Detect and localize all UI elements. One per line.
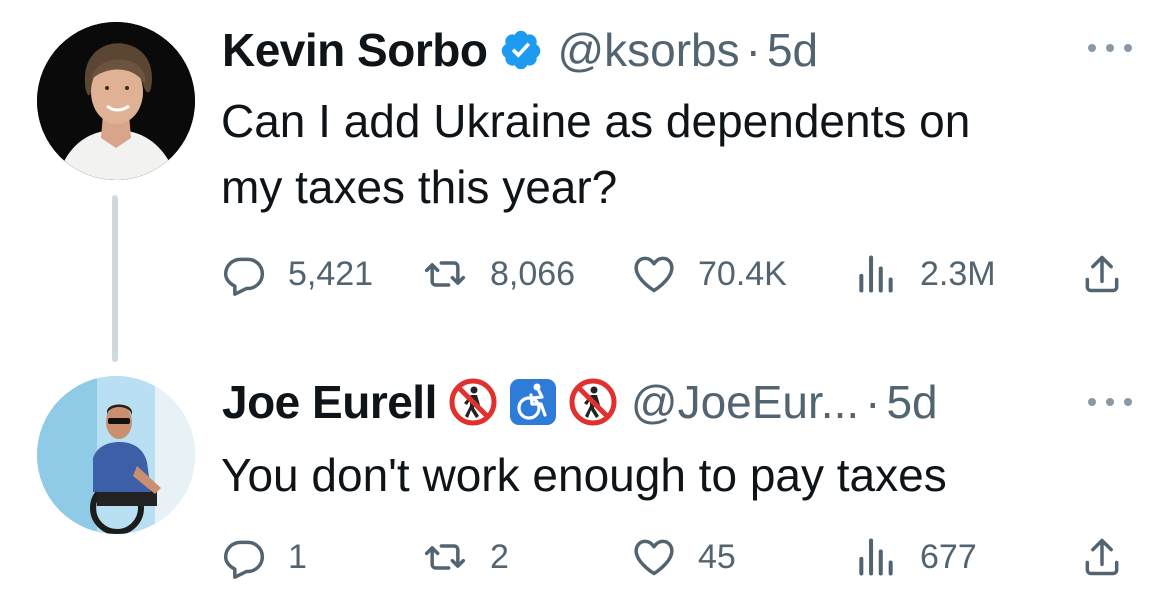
verified-badge-icon [499,28,543,72]
like-button[interactable]: 45 [632,532,736,582]
tweet-kevin-sorbo[interactable]: Kevin Sorbo @ksorbs · 5d Can I add Ukrai… [0,0,1170,362]
share-button[interactable] [1080,532,1124,582]
like-count: 70.4K [698,254,787,293]
share-button[interactable] [1080,249,1124,299]
tweet-text-line: my taxes this year? [221,161,618,213]
like-count: 45 [698,537,736,576]
tweet-header: Joe Eurell @JoeEur... · 5d [222,372,938,432]
reply-button[interactable]: 5,421 [222,249,373,299]
heart-icon [634,539,674,576]
retweet-button[interactable]: 2 [422,532,509,582]
avatar[interactable] [37,22,195,180]
tweet-text: You don't work enough to pay taxes [221,442,1121,508]
heart-icon [634,256,674,293]
separator-dot: · [865,376,881,428]
display-name[interactable]: Kevin Sorbo [222,23,488,77]
tweet-text-line: Can I add Ukraine as dependents on [221,95,971,147]
retweet-icon [424,544,466,570]
retweet-count: 2 [490,537,509,576]
more-options-icon[interactable] [1088,392,1132,412]
timestamp[interactable]: 5d [886,375,937,429]
handle[interactable]: @ksorbs [557,23,739,77]
reply-icon [223,540,265,579]
share-icon [1085,255,1119,293]
reply-count: 1 [288,537,307,576]
avatar-image-icon [37,22,195,180]
timestamp[interactable]: 5d [767,23,818,77]
views-count: 677 [920,537,977,576]
display-name[interactable]: Joe Eurell [222,375,437,429]
like-button[interactable]: 70.4K [632,249,787,299]
reply-icon [223,257,265,296]
tweet-header: Kevin Sorbo @ksorbs · 5d [222,20,818,80]
views-button[interactable]: 677 [854,532,977,582]
handle[interactable]: @JoeEur... [631,375,859,429]
tweet-text-line: You don't work enough to pay taxes [221,449,947,501]
views-count: 2.3M [920,254,996,293]
separator-dot: · [745,24,761,76]
retweet-button[interactable]: 8,066 [422,249,575,299]
avatar[interactable] [37,376,195,534]
tweet-text: Can I add Ukraine as dependents on my ta… [221,88,1121,220]
wheelchair-icon [509,378,557,426]
reply-count: 5,421 [288,254,374,293]
share-icon [1085,538,1119,576]
thread-connector-line [112,195,118,362]
no-pedestrians-icon [569,378,617,426]
avatar-image-icon [37,376,195,534]
more-options-icon[interactable] [1088,38,1132,58]
views-chart-icon [859,538,893,576]
retweet-count: 8,066 [490,254,576,293]
tweet-joe-eurell[interactable]: Joe Eurell @JoeEur... · 5d You don't wor… [0,360,1170,616]
action-bar: 1 2 45 677 [222,532,1132,582]
views-button[interactable]: 2.3M [854,249,996,299]
action-bar: 5,421 8,066 70.4K 2.3M [222,249,1132,299]
retweet-icon [424,261,466,287]
reply-button[interactable]: 1 [222,532,307,582]
views-chart-icon [859,255,893,293]
no-pedestrians-icon [449,378,497,426]
